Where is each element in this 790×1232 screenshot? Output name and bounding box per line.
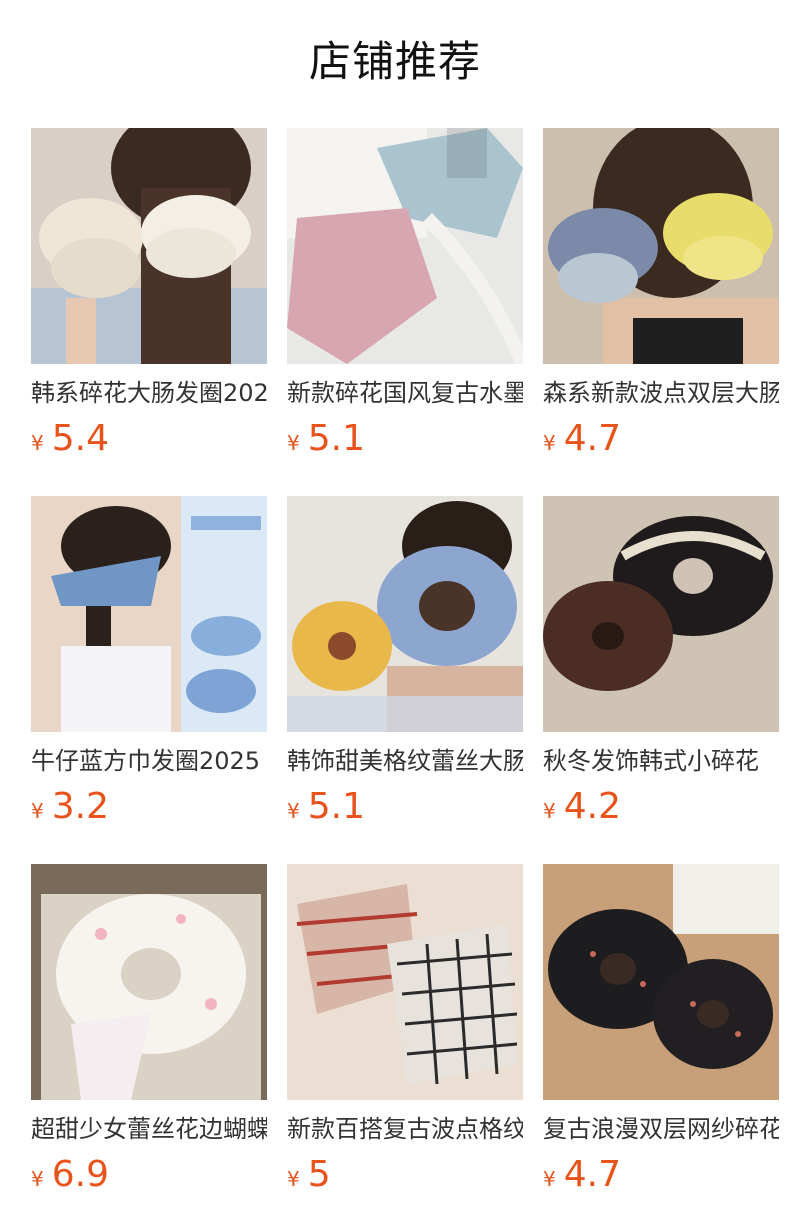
currency-symbol: ¥ xyxy=(31,431,44,455)
product-image[interactable] xyxy=(543,864,779,1100)
price-value: 5.4 xyxy=(51,418,109,459)
product-image[interactable] xyxy=(31,128,267,364)
product-name[interactable]: 新款碎花国风复古水墨 xyxy=(287,376,523,410)
product-price: ¥5.1 xyxy=(287,418,523,459)
product-name[interactable]: 牛仔蓝方巾发圈2025 xyxy=(31,744,267,778)
product-name[interactable]: 韩饰甜美格纹蕾丝大肠 xyxy=(287,744,523,778)
currency-symbol: ¥ xyxy=(287,431,300,455)
product-image[interactable] xyxy=(543,496,779,732)
product-card[interactable]: 秋冬发饰韩式小碎花 ¥4.2 xyxy=(543,496,779,827)
currency-symbol: ¥ xyxy=(31,1167,44,1191)
product-card[interactable]: 复古浪漫双层网纱碎花 ¥4.7 xyxy=(543,864,779,1195)
price-value: 6.9 xyxy=(51,1154,109,1195)
currency-symbol: ¥ xyxy=(287,799,300,823)
product-image[interactable] xyxy=(287,864,523,1100)
price-value: 5.1 xyxy=(307,418,365,459)
product-name[interactable]: 韩系碎花大肠发圈2025 xyxy=(31,376,267,410)
currency-symbol: ¥ xyxy=(543,799,556,823)
product-card[interactable]: 韩饰甜美格纹蕾丝大肠 ¥5.1 xyxy=(287,496,523,827)
product-image[interactable] xyxy=(31,496,267,732)
currency-symbol: ¥ xyxy=(543,1167,556,1191)
price-value: 4.7 xyxy=(563,1154,621,1195)
price-value: 4.2 xyxy=(563,786,621,827)
product-card[interactable]: 牛仔蓝方巾发圈2025 ¥3.2 xyxy=(31,496,267,827)
price-value: 5.1 xyxy=(307,786,365,827)
currency-symbol: ¥ xyxy=(543,431,556,455)
product-price: ¥3.2 xyxy=(31,786,267,827)
product-price: ¥4.2 xyxy=(543,786,779,827)
product-card[interactable]: 韩系碎花大肠发圈2025 ¥5.4 xyxy=(31,128,267,459)
product-name[interactable]: 超甜少女蕾丝花边蝴蝶 xyxy=(31,1112,267,1146)
product-card[interactable]: 新款碎花国风复古水墨 ¥5.1 xyxy=(287,128,523,459)
product-price: ¥4.7 xyxy=(543,1154,779,1195)
product-card[interactable]: 超甜少女蕾丝花边蝴蝶 ¥6.9 xyxy=(31,864,267,1195)
product-price: ¥5.1 xyxy=(287,786,523,827)
product-name[interactable]: 复古浪漫双层网纱碎花 xyxy=(543,1112,779,1146)
product-name[interactable]: 森系新款波点双层大肠 xyxy=(543,376,779,410)
product-image[interactable] xyxy=(31,864,267,1100)
product-price: ¥5 xyxy=(287,1154,523,1195)
currency-symbol: ¥ xyxy=(287,1167,300,1191)
product-name[interactable]: 秋冬发饰韩式小碎花 xyxy=(543,744,779,778)
page-title: 店铺推荐 xyxy=(308,37,481,86)
product-card[interactable]: 新款百搭复古波点格纹 ¥5 xyxy=(287,864,523,1195)
product-image[interactable] xyxy=(287,128,523,364)
product-price: ¥4.7 xyxy=(543,418,779,459)
product-image[interactable] xyxy=(543,128,779,364)
product-card[interactable]: 森系新款波点双层大肠 ¥4.7 xyxy=(543,128,779,459)
product-image[interactable] xyxy=(287,496,523,732)
product-name[interactable]: 新款百搭复古波点格纹 xyxy=(287,1112,523,1146)
currency-symbol: ¥ xyxy=(31,799,44,823)
price-value: 3.2 xyxy=(51,786,109,827)
price-value: 5 xyxy=(307,1154,331,1195)
price-value: 4.7 xyxy=(563,418,621,459)
product-price: ¥6.9 xyxy=(31,1154,267,1195)
product-price: ¥5.4 xyxy=(31,418,267,459)
